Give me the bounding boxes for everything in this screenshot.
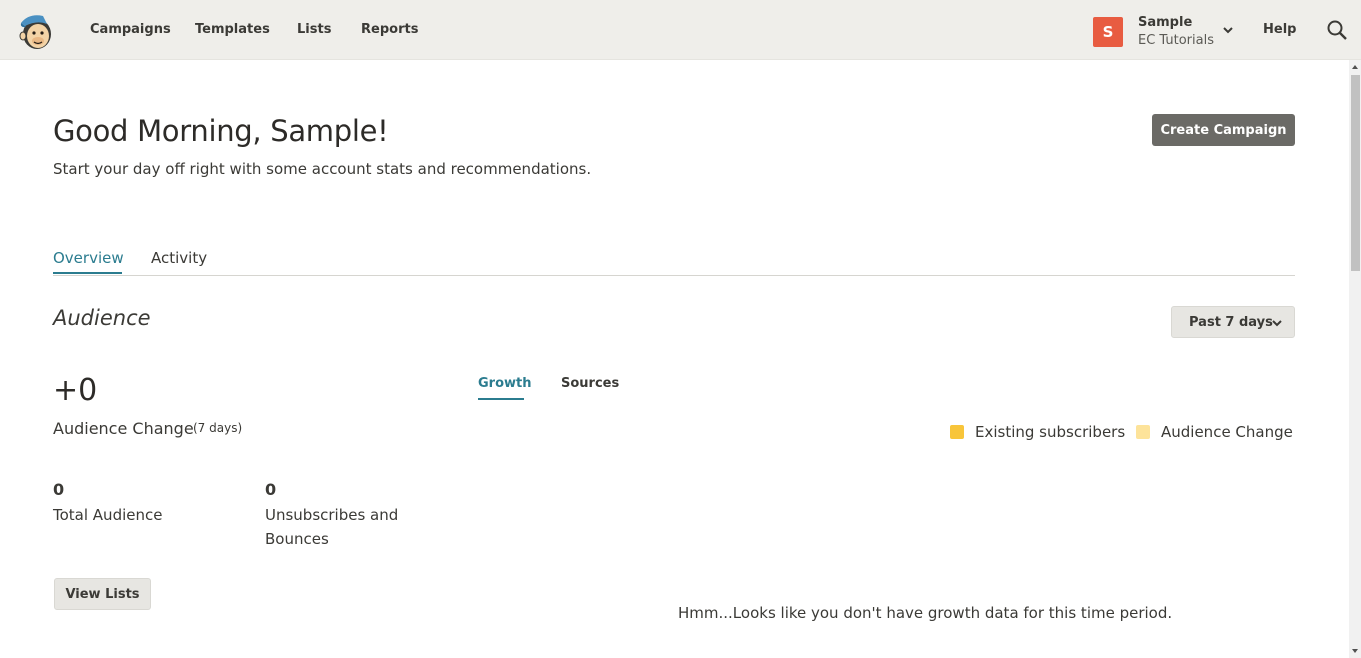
tab-activity[interactable]: Activity	[151, 249, 207, 267]
nav-campaigns[interactable]: Campaigns	[90, 22, 171, 37]
scrollbar-thumb[interactable]	[1351, 75, 1360, 271]
legend-swatch-change	[1136, 425, 1150, 439]
nav-lists[interactable]: Lists	[297, 22, 331, 37]
audience-change-value: +0	[53, 373, 98, 408]
account-org[interactable]: EC Tutorials	[1138, 33, 1214, 48]
total-audience-label: Total Audience	[53, 506, 163, 524]
legend-existing-subscribers: Existing subscribers	[975, 423, 1126, 441]
nav-templates[interactable]: Templates	[195, 22, 270, 37]
tab-sources[interactable]: Sources	[561, 376, 619, 391]
page-subtitle: Start your day off right with some accou…	[53, 160, 592, 178]
scroll-down-arrow-icon[interactable]	[1349, 644, 1361, 658]
nav-reports[interactable]: Reports	[361, 22, 418, 37]
tab-growth[interactable]: Growth	[478, 376, 532, 391]
top-navigation: Campaigns Templates Lists Reports S Samp…	[0, 0, 1361, 60]
empty-growth-message: Hmm...Looks like you don't have growth d…	[678, 604, 1173, 622]
legend-audience-change: Audience Change	[1161, 423, 1293, 441]
search-icon[interactable]	[1326, 19, 1348, 41]
scroll-up-arrow-icon[interactable]	[1349, 60, 1361, 74]
help-link[interactable]: Help	[1263, 22, 1296, 37]
section-title-audience: Audience	[53, 306, 151, 330]
audience-change-label: Audience Change	[53, 419, 194, 438]
unsubscribes-value: 0	[265, 480, 277, 499]
legend-swatch-existing	[950, 425, 964, 439]
audience-change-period: (7 days)	[193, 421, 243, 435]
chevron-down-icon	[1272, 320, 1282, 327]
chevron-down-icon[interactable]	[1221, 23, 1235, 37]
total-audience-value: 0	[53, 480, 65, 499]
account-name[interactable]: Sample	[1138, 15, 1192, 30]
active-chart-tab-indicator	[478, 398, 524, 400]
page-title: Good Morning, Sample!	[53, 114, 389, 148]
tabs-divider	[53, 275, 1295, 276]
create-campaign-button[interactable]: Create Campaign	[1152, 114, 1295, 146]
tab-overview[interactable]: Overview	[53, 249, 124, 267]
date-range-dropdown[interactable]: Past 7 days	[1171, 306, 1295, 338]
unsubscribes-label: Unsubscribes and Bounces	[265, 506, 399, 548]
active-tab-indicator	[53, 272, 122, 274]
account-avatar[interactable]: S	[1093, 17, 1123, 47]
date-range-label: Past 7 days	[1189, 314, 1273, 330]
mailchimp-logo[interactable]	[17, 11, 55, 51]
view-lists-button[interactable]: View Lists	[54, 578, 151, 610]
